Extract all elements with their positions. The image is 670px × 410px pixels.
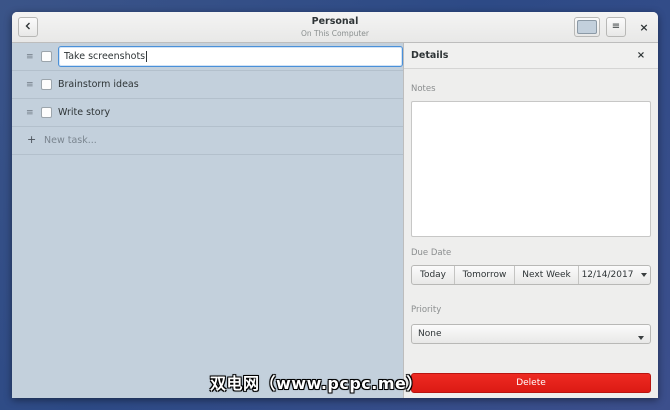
due-tomorrow-button[interactable]: Tomorrow [455,266,515,284]
header-bar: Personal On This Computer ≡ × [12,12,658,43]
notes-textarea[interactable] [411,101,651,237]
menu-button[interactable]: ≡ [606,17,626,37]
close-icon: × [636,50,646,61]
due-today-button[interactable]: Today [412,266,455,284]
priority-dropdown[interactable]: None [411,324,651,344]
back-button[interactable] [18,17,38,37]
task-checkbox[interactable] [41,79,52,90]
notes-label: Notes [411,84,436,94]
task-row[interactable]: ≡ Take screenshots [12,43,403,71]
new-task-row[interactable]: + New task... [12,127,403,155]
window-subtitle: On This Computer [300,29,370,38]
task-title: Write story [58,107,111,118]
task-checkbox[interactable] [41,51,52,62]
chevron-down-icon [638,332,644,343]
priority-label: Priority [411,305,442,315]
details-panel: Details × Notes Due Date Today Tomorrow … [403,43,658,398]
drag-handle-icon[interactable]: ≡ [26,108,34,118]
window-title: Personal [311,16,359,27]
hamburger-menu-icon: ≡ [611,21,621,32]
task-title-input[interactable]: Take screenshots [58,46,403,67]
drag-handle-icon[interactable]: ≡ [26,80,34,90]
chevron-down-icon [641,273,648,277]
due-date-label: Due Date [411,248,452,258]
details-close-button[interactable]: × [633,48,649,64]
due-date-group: Today Tomorrow Next Week 12/14/2017 [411,265,651,285]
task-checkbox[interactable] [41,107,52,118]
close-icon: × [639,20,649,34]
window-titles: Personal On This Computer [212,16,458,39]
due-date-picker[interactable]: 12/14/2017 [579,266,650,284]
task-title: Brainstorm ideas [58,79,139,90]
details-header: Details × [404,43,658,69]
new-task-placeholder[interactable]: New task... [44,135,97,147]
due-date-value: 12/14/2017 [581,270,634,280]
details-title: Details [411,50,449,61]
plus-icon: + [27,133,37,146]
task-row[interactable]: ≡ Brainstorm ideas [12,71,403,99]
drag-handle-icon[interactable]: ≡ [26,52,34,62]
task-list: ≡ Take screenshots ≡ Brainstorm ideas ≡ … [12,43,403,398]
priority-value: None [418,329,442,339]
window-close-button[interactable]: × [634,17,654,37]
watermark: 双电网（www.pcpc.me） [210,374,423,393]
list-color-button[interactable] [574,17,600,37]
tasks-window: Personal On This Computer ≡ × ≡ Take scr… [12,12,658,398]
list-color-icon [577,20,597,34]
due-next-week-button[interactable]: Next Week [515,266,579,284]
text-cursor [146,51,148,62]
delete-button[interactable]: Delete [411,373,651,393]
go-back-icon [24,22,32,33]
task-row[interactable]: ≡ Write story [12,99,403,127]
